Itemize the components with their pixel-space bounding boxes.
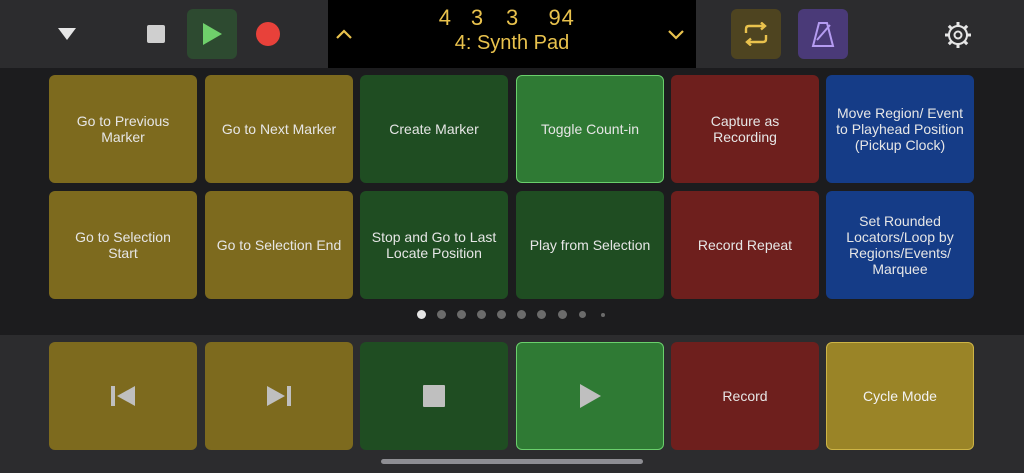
lcd-division: 3 — [505, 5, 520, 30]
play-button[interactable] — [187, 9, 237, 59]
record-button[interactable] — [252, 18, 284, 50]
pad-label: Play from Selection — [529, 237, 651, 253]
pad-label: Stop and Go to Last Locate Position — [371, 229, 497, 261]
home-indicator[interactable] — [381, 459, 643, 464]
go-to-beginning-pad[interactable] — [49, 342, 197, 450]
metronome-button[interactable] — [798, 9, 848, 59]
record-pad-label: Record — [722, 388, 768, 404]
pad-selection-end[interactable]: Go to Selection End — [205, 191, 353, 299]
lcd-display[interactable]: 4 3 3 94 4: Synth Pad — [328, 0, 696, 68]
skip-forward-icon — [267, 386, 291, 406]
page-dot[interactable] — [537, 310, 546, 319]
stop-pad[interactable] — [360, 342, 508, 450]
cycle-mode-pad-label: Cycle Mode — [863, 388, 937, 404]
page-dot[interactable] — [477, 310, 486, 319]
go-to-end-pad[interactable] — [205, 342, 353, 450]
pad-move-region-to-playhead[interactable]: Move Region/ Event to Playhead Position … — [826, 75, 974, 183]
skip-back-icon — [111, 386, 135, 406]
stop-button[interactable] — [140, 18, 172, 50]
page-dot[interactable] — [579, 311, 586, 318]
pad-set-rounded-locators[interactable]: Set Rounded Locators/Loop by Regions/Eve… — [826, 191, 974, 299]
cycle-toggle-button[interactable] — [731, 9, 781, 59]
page-dot[interactable] — [437, 310, 446, 319]
pad-label: Toggle Count-in — [540, 121, 640, 137]
pad-label: Go to Selection Start — [75, 229, 171, 261]
page-dot[interactable] — [457, 310, 466, 319]
pad-selection-start[interactable]: Go to Selection Start — [49, 191, 197, 299]
pad-capture-as-recording[interactable]: Capture as Recording — [671, 75, 819, 183]
pad-label: Move Region/ Event to Playhead Position … — [836, 105, 964, 153]
pad-next-marker[interactable]: Go to Next Marker — [205, 75, 353, 183]
record-icon — [256, 22, 280, 46]
stop-icon — [423, 385, 445, 407]
pad-label: Go to Next Marker — [221, 121, 337, 137]
gear-icon — [945, 22, 971, 48]
record-pad[interactable]: Record — [671, 342, 819, 450]
pad-label: Set Rounded Locators/Loop by Regions/Eve… — [846, 213, 954, 277]
page-dot[interactable] — [497, 310, 506, 319]
lcd-tempo: 94 — [548, 5, 575, 30]
transport-pads: Record Cycle Mode — [0, 335, 1024, 473]
page-dot-active[interactable] — [417, 310, 426, 319]
pad-label: Create Marker — [389, 121, 479, 137]
pad-record-repeat[interactable]: Record Repeat — [671, 191, 819, 299]
pad-stop-go-last-locate[interactable]: Stop and Go to Last Locate Position — [360, 191, 508, 299]
triangle-down-icon — [58, 28, 76, 40]
pad-label: Record Repeat — [697, 237, 793, 253]
lcd-position: 4 3 3 94 — [328, 5, 696, 31]
pad-label: Go to Previous Marker — [76, 113, 170, 145]
pad-toggle-count-in[interactable]: Toggle Count-in — [516, 75, 664, 183]
stop-icon — [147, 25, 165, 43]
metronome-icon — [811, 22, 835, 47]
play-icon — [203, 23, 222, 45]
pad-create-marker[interactable]: Create Marker — [360, 75, 508, 183]
page-indicator[interactable] — [0, 308, 1024, 320]
pad-label: Go to Selection End — [216, 237, 342, 253]
play-pad[interactable] — [516, 342, 664, 450]
chevron-down-icon[interactable] — [664, 22, 688, 46]
page-dot[interactable] — [517, 310, 526, 319]
page-dot[interactable] — [558, 310, 567, 319]
page-dot[interactable] — [601, 313, 605, 317]
view-menu-button[interactable] — [52, 20, 82, 48]
cycle-icon — [744, 22, 768, 46]
lcd-track-name: 4: Synth Pad — [454, 32, 570, 54]
settings-button[interactable] — [941, 18, 975, 52]
pad-previous-marker[interactable]: Go to Previous Marker — [49, 75, 197, 183]
pad-label: Capture as Recording — [710, 113, 780, 145]
control-bar: 4 3 3 94 4: Synth Pad — [0, 0, 1024, 68]
pad-play-from-selection[interactable]: Play from Selection — [516, 191, 664, 299]
lcd-beat: 3 — [470, 5, 485, 30]
cycle-mode-pad[interactable]: Cycle Mode — [826, 342, 974, 450]
play-icon — [580, 384, 601, 408]
lcd-bar: 4 — [438, 5, 452, 30]
